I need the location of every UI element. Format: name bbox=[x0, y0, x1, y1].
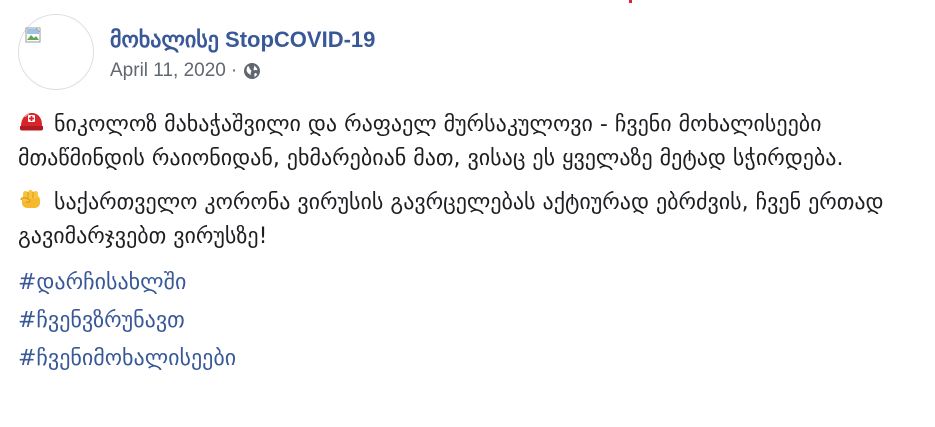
hashtag-link[interactable]: #დარჩისახლში bbox=[18, 264, 923, 302]
post-meta: მოხალისე StopCOVID-19 April 11, 2020 · bbox=[110, 14, 375, 82]
post-paragraph: საქართველო კორონა ვირუსის გავრცელებას აქ… bbox=[18, 186, 923, 254]
paragraph-text: საქართველო კორონა ვირუსის გავრცელებას აქ… bbox=[18, 190, 884, 249]
page-avatar[interactable] bbox=[18, 14, 94, 90]
facebook-post: მოხალისე StopCOVID-19 April 11, 2020 · ნ… bbox=[18, 14, 923, 378]
post-body: ნიკოლოზ მახაჭაშვილი და რაფაელ მურსაკულოვ… bbox=[18, 108, 923, 254]
paragraph-text: ნიკოლოზ მახაჭაშვილი და რაფაელ მურსაკულოვ… bbox=[18, 112, 844, 171]
post-header: მოხალისე StopCOVID-19 April 11, 2020 · bbox=[18, 14, 923, 90]
hashtag-link[interactable]: #ჩვენიმოხალისეები bbox=[18, 340, 923, 378]
page-name-link[interactable]: მოხალისე StopCOVID-19 bbox=[110, 26, 375, 54]
fist-bump-icon bbox=[20, 190, 40, 208]
hashtag-link[interactable]: #ჩვენვზრუნავთ bbox=[18, 302, 923, 340]
broken-image-icon bbox=[25, 27, 41, 43]
meta-separator: · bbox=[230, 60, 238, 81]
post-date-link[interactable]: April 11, 2020 bbox=[110, 60, 226, 82]
hashtag-list: #დარჩისახლში #ჩვენვზრუნავთ #ჩვენიმოხალის… bbox=[18, 264, 923, 378]
rescue-helmet-icon bbox=[20, 113, 43, 131]
post-paragraph: ნიკოლოზ მახაჭაშვილი და რაფაელ მურსაკულოვ… bbox=[18, 108, 923, 176]
post-subline: April 11, 2020 · bbox=[110, 60, 375, 82]
globe-icon[interactable] bbox=[243, 62, 261, 80]
top-accent-mark bbox=[629, 0, 632, 3]
